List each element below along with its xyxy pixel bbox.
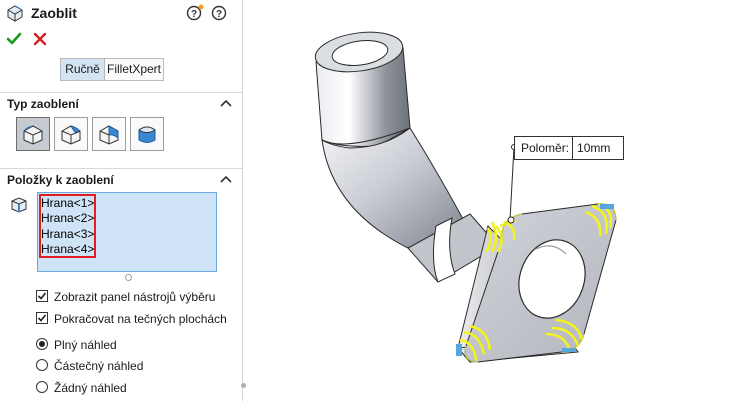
no-preview-label: Žádný náhled — [54, 381, 127, 395]
part-model[interactable] — [243, 0, 750, 401]
variable-size-fillet-button[interactable] — [54, 117, 88, 151]
chevron-up-icon[interactable] — [220, 97, 232, 111]
fillet-items-section-header[interactable]: Položky k zaoblení — [0, 168, 242, 189]
mode-tabs: Ručně FilletXpert — [60, 58, 164, 81]
svg-text:?: ? — [216, 9, 222, 20]
list-item[interactable]: Hrana<4> — [41, 242, 94, 257]
full-preview-label: Plný náhled — [54, 338, 117, 352]
graphics-area[interactable] — [243, 0, 750, 401]
ok-check-icon[interactable] — [6, 31, 22, 50]
panel-title-row: Zaoblit ? ? — [0, 0, 242, 28]
tangent-propagation-checkbox[interactable] — [36, 312, 48, 324]
list-item[interactable]: Hrana<2> — [41, 211, 94, 226]
edge-selection-list[interactable]: Hrana<1> Hrana<2> Hrana<3> Hrana<4> — [37, 192, 217, 281]
radius-callout[interactable]: Poloměr: 10mm — [514, 136, 625, 160]
partial-preview-radio[interactable] — [36, 359, 48, 371]
no-preview-radio[interactable] — [36, 381, 48, 393]
radius-value-field[interactable]: 10mm — [573, 137, 623, 159]
constant-size-fillet-button[interactable] — [16, 117, 50, 151]
list-resize-handle[interactable] — [125, 274, 132, 281]
radius-callout-label: Poloměr: — [515, 137, 574, 159]
svg-text:?: ? — [191, 9, 197, 20]
help-icon[interactable]: ? — [210, 4, 228, 25]
full-round-fillet-button[interactable] — [130, 117, 164, 151]
fillet-type-section-header[interactable]: Typ zaoblení — [0, 92, 242, 113]
chevron-up-icon[interactable] — [220, 173, 232, 187]
whats-new-help-icon[interactable]: ? — [186, 4, 204, 25]
fillet-items-section-title: Položky k zaoblení — [7, 173, 114, 187]
show-selection-toolbar-checkbox[interactable] — [36, 290, 48, 302]
list-item[interactable]: Hrana<1> — [41, 196, 94, 211]
tab-filletxpert[interactable]: FilletXpert — [105, 59, 163, 80]
fillet-feature-icon — [6, 4, 24, 25]
face-fillet-button[interactable] — [92, 117, 126, 151]
tab-manual[interactable]: Ručně — [61, 59, 105, 80]
partial-preview-label: Částečný náhled — [54, 359, 144, 373]
show-selection-toolbar-label: Zobrazit panel nástrojů výběru — [54, 290, 216, 304]
list-item[interactable]: Hrana<3> — [41, 227, 94, 242]
fillet-type-section-title: Typ zaoblení — [7, 97, 79, 111]
property-manager-panel: Zaoblit ? ? Ručně FilletXpert Typ zaoble… — [0, 0, 243, 401]
cancel-x-icon[interactable] — [33, 32, 47, 49]
edge-selection-icon — [10, 196, 28, 217]
full-preview-radio[interactable] — [36, 338, 48, 350]
panel-title: Zaoblit — [31, 5, 77, 21]
tangent-propagation-label: Pokračovat na tečných plochách — [54, 312, 227, 326]
